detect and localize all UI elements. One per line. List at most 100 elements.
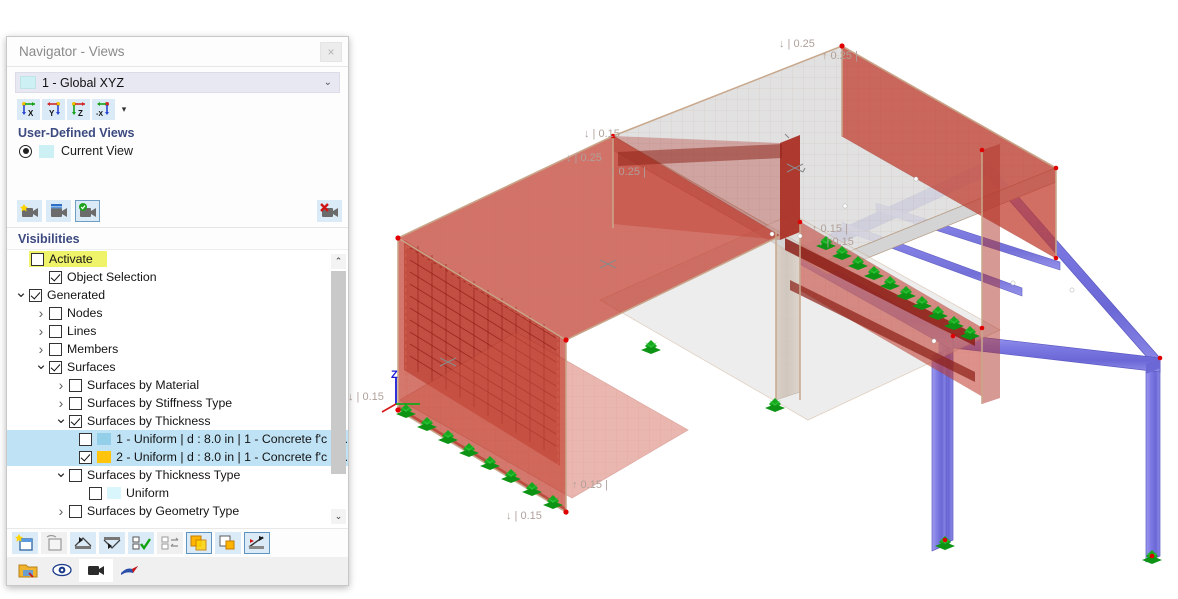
tree-item-content[interactable]: Members xyxy=(49,342,118,356)
checkbox-unchecked-icon[interactable] xyxy=(79,433,92,446)
checkbox-checked-icon[interactable] xyxy=(49,361,62,374)
checkbox-unchecked-icon[interactable] xyxy=(49,343,62,356)
checkbox-unchecked-icon[interactable] xyxy=(69,505,82,518)
tree-row[interactable]: Surfaces by Geometry Type xyxy=(7,502,348,520)
tree-item-label: Surfaces by Stiffness Type xyxy=(87,396,232,410)
tree-row[interactable]: Lines xyxy=(7,322,348,340)
hide-all-objects-button[interactable] xyxy=(99,532,125,554)
new-view-camera-icon[interactable] xyxy=(17,200,42,222)
visibility-mode-button[interactable] xyxy=(244,532,270,554)
chevron-right-icon[interactable] xyxy=(33,306,49,320)
tree-item-label: Nodes xyxy=(67,306,103,320)
tree-row[interactable]: Uniform xyxy=(7,484,348,502)
view-x-axis-button[interactable]: X xyxy=(17,99,40,120)
new-visibility-button[interactable] xyxy=(12,532,38,554)
tree-row[interactable]: Activate xyxy=(7,250,348,268)
tree-row[interactable]: Surfaces by Material xyxy=(7,376,348,394)
visibility-toolbar[interactable] xyxy=(7,528,348,557)
tree-row[interactable]: Members xyxy=(7,340,348,358)
checkbox-unchecked-icon[interactable] xyxy=(31,253,44,266)
scroll-down-icon[interactable]: ⌄ xyxy=(331,509,346,524)
set-view-camera-icon[interactable] xyxy=(75,200,100,222)
tree-item-content[interactable]: Uniform xyxy=(89,486,169,500)
tree-row[interactable]: Surfaces xyxy=(7,358,348,376)
tree-item-content[interactable]: Lines xyxy=(49,324,96,338)
checkbox-checked-icon[interactable] xyxy=(69,415,82,428)
tree-item-content[interactable]: Surfaces by Material xyxy=(69,378,199,392)
chevron-down-icon[interactable] xyxy=(53,470,69,481)
chevron-down-icon[interactable] xyxy=(53,416,69,427)
checkbox-unchecked-icon[interactable] xyxy=(69,397,82,410)
show-all-objects-button[interactable] xyxy=(70,532,96,554)
navigator-views-panel[interactable]: Navigator - Views × 1 - Global XYZ ⌄ X Y… xyxy=(6,36,349,586)
reset-visibility-button[interactable] xyxy=(157,532,183,554)
tree-item-content[interactable]: Object Selection xyxy=(49,270,157,284)
chevron-right-icon[interactable] xyxy=(33,324,49,338)
checkbox-checked-icon[interactable] xyxy=(49,271,62,284)
tree-item-content[interactable]: Generated xyxy=(29,288,105,302)
user-defined-view-item-current[interactable]: Current View xyxy=(7,142,348,160)
checkbox-checked-icon[interactable] xyxy=(29,289,42,302)
chevron-right-icon[interactable] xyxy=(53,396,69,410)
panel-title: Navigator - Views xyxy=(19,44,320,59)
tree-item-content[interactable]: Surfaces by Thickness Type xyxy=(69,468,240,482)
single-selection-button[interactable] xyxy=(215,532,241,554)
chevron-right-icon[interactable] xyxy=(53,378,69,392)
apply-visibility-button[interactable] xyxy=(128,532,154,554)
tree-item-content[interactable]: Activate xyxy=(29,251,107,267)
tree-item-content[interactable]: 2 - Uniform | d : 8.0 in | 1 - Concrete … xyxy=(79,450,348,464)
chevron-right-icon[interactable] xyxy=(53,504,69,518)
view-y-axis-button[interactable]: Y xyxy=(42,99,65,120)
axis-view-toolbar[interactable]: X Y Z -X ▾ xyxy=(7,96,348,124)
view-camera-toolbar[interactable] xyxy=(7,196,348,227)
multiple-selection-button[interactable] xyxy=(186,532,212,554)
checkbox-unchecked-icon[interactable] xyxy=(49,325,62,338)
tree-item-content[interactable]: Nodes xyxy=(49,306,103,320)
tab-display-navigator[interactable] xyxy=(45,559,79,582)
delete-view-camera-icon[interactable] xyxy=(317,200,342,222)
tree-item-content[interactable]: Surfaces by Thickness xyxy=(69,414,210,428)
scrollbar-thumb[interactable] xyxy=(331,271,346,474)
tree-item-label: Members xyxy=(67,342,118,356)
tree-row[interactable]: Nodes xyxy=(7,304,348,322)
color-swatch xyxy=(97,433,111,445)
radio-selected-icon[interactable] xyxy=(19,145,32,158)
color-swatch xyxy=(107,487,121,499)
tree-row[interactable]: Generated xyxy=(7,286,348,304)
tree-item-content[interactable]: Surfaces xyxy=(49,360,116,374)
checkbox-unchecked-icon[interactable] xyxy=(49,307,62,320)
close-icon[interactable]: × xyxy=(320,42,342,62)
axis-more-caret-icon[interactable]: ▾ xyxy=(117,104,129,115)
navigator-tab-bar[interactable] xyxy=(7,557,348,585)
chevron-right-icon[interactable] xyxy=(33,342,49,356)
tree-row[interactable]: 1 - Uniform | d : 8.0 in | 1 - Concrete … xyxy=(7,430,348,448)
edit-visibility-button[interactable] xyxy=(41,532,67,554)
tree-row[interactable]: Surfaces by Thickness Type xyxy=(7,466,348,484)
tab-project-navigator[interactable] xyxy=(11,559,45,582)
checkbox-checked-icon[interactable] xyxy=(79,451,92,464)
tree-item-label: Uniform xyxy=(126,486,169,500)
svg-text:Y: Y xyxy=(49,109,55,118)
chevron-down-icon[interactable] xyxy=(13,290,29,301)
checkbox-unchecked-icon[interactable] xyxy=(69,469,82,482)
view-z-axis-button[interactable]: Z xyxy=(67,99,90,120)
chevron-down-icon[interactable] xyxy=(33,362,49,373)
tab-views-navigator[interactable] xyxy=(79,559,113,582)
tree-item-label: Activate xyxy=(49,252,93,266)
visibilities-tree[interactable]: Activate Object Selection Generated Nodes Li… xyxy=(7,249,348,528)
tree-item-content[interactable]: 1 - Uniform | d : 8.0 in | 1 - Concrete … xyxy=(79,432,348,446)
checkbox-unchecked-icon[interactable] xyxy=(89,487,102,500)
tree-row[interactable]: Surfaces by Thickness xyxy=(7,412,348,430)
tree-scrollbar[interactable]: ⌃ ⌄ xyxy=(331,254,346,524)
view-negative-x-axis-button[interactable]: -X xyxy=(92,99,115,120)
tree-item-content[interactable]: Surfaces by Geometry Type xyxy=(69,504,239,518)
checkbox-unchecked-icon[interactable] xyxy=(69,379,82,392)
scroll-up-icon[interactable]: ⌃ xyxy=(331,254,346,269)
tab-results-navigator[interactable] xyxy=(113,559,147,582)
tree-item-content[interactable]: Surfaces by Stiffness Type xyxy=(69,396,232,410)
tree-row[interactable]: Object Selection xyxy=(7,268,348,286)
edit-view-camera-icon[interactable] xyxy=(46,200,71,222)
svg-text:-X: -X xyxy=(96,111,103,118)
chevron-down-icon[interactable]: ⌄ xyxy=(324,77,335,88)
view-select-dropdown[interactable]: 1 - Global XYZ ⌄ xyxy=(15,72,340,93)
